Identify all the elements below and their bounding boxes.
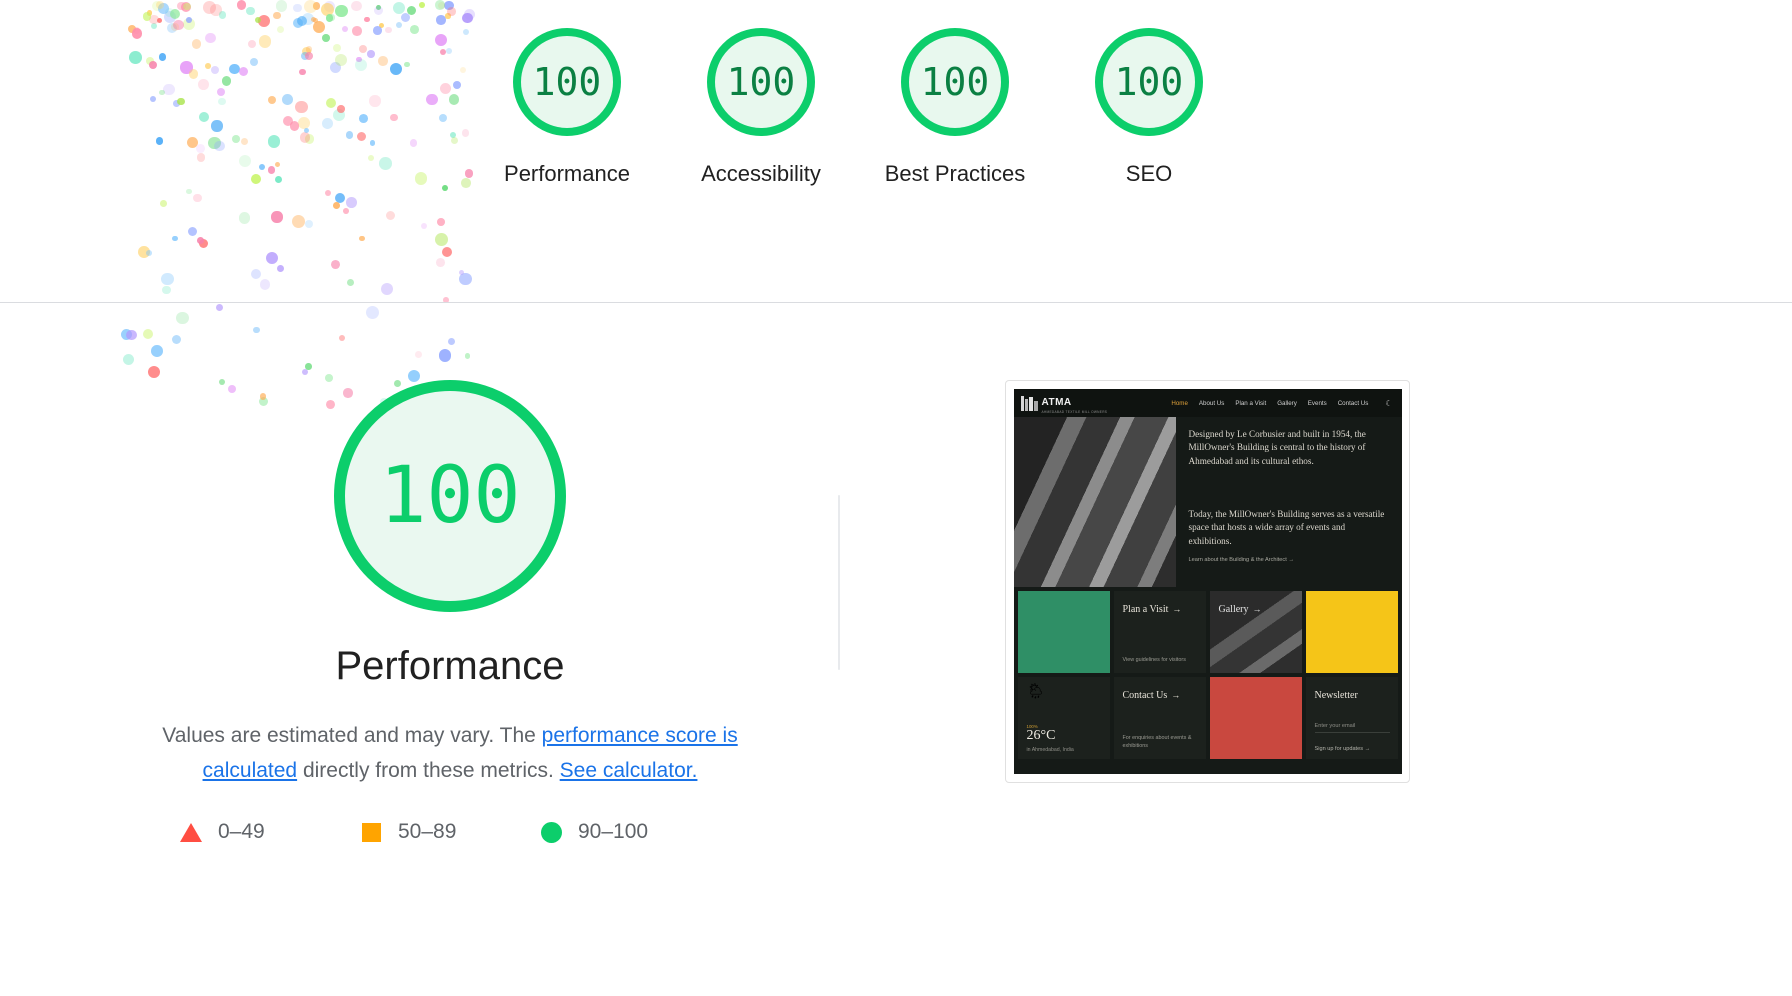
gauge-ring-seo: 100 (1095, 28, 1203, 136)
site-navbar: ATMA AHMEDABAD TEXTILE MILL OWNERS Home … (1014, 389, 1402, 417)
card-contact-us[interactable]: Contact Us→ For enquiries about events &… (1114, 677, 1206, 759)
score-legend: 0–49 50–89 90–100 (180, 820, 720, 844)
gauge-ring-accessibility: 100 (707, 28, 815, 136)
legend-item-pass: 90–100 (540, 820, 720, 844)
arrow-right-icon: → (1171, 690, 1180, 700)
performance-description: Values are estimated and may vary. The p… (130, 719, 770, 788)
weather-temperature: 26°C (1027, 729, 1056, 743)
newsletter-signup-button[interactable]: Sign up for updates → (1315, 746, 1371, 752)
confetti-dot (176, 312, 189, 325)
sun-rain-cloud-icon: 🌦 (1027, 685, 1101, 700)
site-nav-contact-us[interactable]: Contact Us (1338, 400, 1369, 407)
confetti-dot (151, 345, 163, 357)
gauge-score-accessibility: 100 (727, 63, 796, 101)
card-color-green[interactable] (1018, 591, 1110, 673)
confetti-dot (366, 306, 379, 319)
card-contact-us-sub: For enquiries about events & exhibitions (1123, 735, 1198, 751)
performance-detail: 100 Performance Values are estimated and… (0, 360, 1792, 996)
triangle-icon (180, 823, 202, 842)
confetti-dot (448, 338, 455, 345)
legend-range-pass: 90–100 (578, 820, 648, 844)
gauge-score-performance: 100 (533, 63, 602, 101)
description-mid: directly from these metrics. (297, 759, 560, 782)
gauge-ring-best-practices: 100 (901, 28, 1009, 136)
legend-item-fail: 0–49 (180, 820, 360, 844)
site-nav-links: Home About Us Plan a Visit Gallery Event… (1171, 399, 1392, 408)
card-newsletter-title: Newsletter (1315, 690, 1358, 701)
final-screenshot-frame[interactable]: ATMA AHMEDABAD TEXTILE MILL OWNERS Home … (1005, 380, 1410, 783)
site-hero: Designed by Le Corbusier and built in 19… (1014, 417, 1402, 587)
confetti-dot (415, 351, 422, 358)
site-card-grid: Plan a Visit→ View guidelines for visito… (1014, 587, 1402, 763)
card-newsletter: Newsletter Enter your email Sign up for … (1306, 677, 1398, 759)
site-nav-about-us[interactable]: About Us (1199, 400, 1224, 407)
card-gallery[interactable]: Gallery → (1210, 591, 1302, 673)
gauge-score-best-practices: 100 (921, 63, 990, 101)
gauge-performance[interactable]: 100 Performance (470, 28, 664, 191)
card-gallery-title: Gallery (1219, 604, 1249, 615)
performance-score-column: 100 Performance Values are estimated and… (150, 380, 750, 844)
hero-paragraph-1: Designed by Le Corbusier and built in 19… (1189, 428, 1388, 468)
newsletter-email-input[interactable]: Enter your email (1315, 723, 1390, 733)
arrow-right-icon: → (1253, 604, 1262, 614)
site-nav-plan-a-visit[interactable]: Plan a Visit (1235, 400, 1266, 407)
gauge-label-performance: Performance (504, 156, 630, 191)
confetti-dot (216, 304, 224, 312)
gauge-ring-performance: 100 (513, 28, 621, 136)
card-plan-a-visit-sub: View guidelines for visitors (1123, 657, 1198, 665)
hero-cta-link[interactable]: Learn about the Building & the Architect… (1189, 557, 1388, 563)
site-logo-name: ATMA (1042, 397, 1072, 408)
hero-building-photo (1014, 417, 1176, 587)
hero-paragraph-2: Today, the MillOwner's Building serves a… (1189, 508, 1388, 548)
category-gauges: 100 Performance 100 Accessibility 100 Be… (470, 28, 1246, 191)
building-icon (1021, 396, 1039, 411)
confetti-dot (143, 329, 153, 339)
confetti-dot (126, 330, 137, 341)
final-screenshot: ATMA AHMEDABAD TEXTILE MILL OWNERS Home … (1014, 389, 1402, 774)
performance-gauge-ring: 100 (334, 380, 566, 612)
site-nav-home[interactable]: Home (1171, 400, 1188, 407)
see-calculator-link[interactable]: See calculator. (560, 759, 698, 782)
legend-range-average: 50–89 (398, 820, 456, 844)
card-color-yellow[interactable] (1306, 591, 1398, 673)
confetti-dot (253, 327, 260, 334)
moon-icon[interactable]: ☾ (1385, 399, 1392, 408)
score-summary: 100 Performance 100 Accessibility 100 Be… (0, 0, 1792, 303)
confetti-dot (121, 329, 132, 340)
weather-location: in Ahmedabad, India (1027, 747, 1074, 753)
vertical-divider (838, 495, 840, 670)
card-plan-a-visit-title: Plan a Visit (1123, 604, 1169, 615)
legend-item-average: 50–89 (360, 820, 540, 844)
confetti-dot (465, 353, 471, 359)
site-logo-tagline: AHMEDABAD TEXTILE MILL OWNERS (1042, 410, 1108, 414)
confetti-dot (172, 335, 181, 344)
site-logo[interactable]: ATMA AHMEDABAD TEXTILE MILL OWNERS (1021, 392, 1108, 414)
description-lead: Values are estimated and may vary. The (162, 724, 541, 747)
site-nav-gallery[interactable]: Gallery (1277, 400, 1297, 407)
hero-copy: Designed by Le Corbusier and built in 19… (1176, 417, 1402, 587)
circle-icon (540, 822, 562, 843)
card-weather: 🌦 100% 26°C in Ahmedabad, India (1018, 677, 1110, 759)
gauge-label-accessibility: Accessibility (701, 156, 821, 191)
legend-range-fail: 0–49 (218, 820, 265, 844)
gauge-accessibility[interactable]: 100 Accessibility (664, 28, 858, 191)
performance-score: 100 (380, 457, 521, 535)
site-nav-events[interactable]: Events (1308, 400, 1327, 407)
confetti-dot (339, 335, 345, 341)
page-title: Performance (336, 644, 565, 689)
gauge-seo[interactable]: 100 SEO (1052, 28, 1246, 191)
card-plan-a-visit[interactable]: Plan a Visit→ View guidelines for visito… (1114, 591, 1206, 673)
arrow-right-icon: → (1172, 604, 1181, 614)
gauge-label-best-practices: Best Practices (885, 156, 1026, 191)
card-color-red[interactable] (1210, 677, 1302, 759)
lighthouse-report: 100 Performance 100 Accessibility 100 Be… (0, 0, 1792, 996)
square-icon (360, 823, 382, 842)
gauge-score-seo: 100 (1115, 63, 1184, 101)
gauge-label-seo: SEO (1126, 156, 1172, 191)
card-contact-us-title: Contact Us (1123, 690, 1168, 701)
gauge-best-practices[interactable]: 100 Best Practices (858, 28, 1052, 191)
